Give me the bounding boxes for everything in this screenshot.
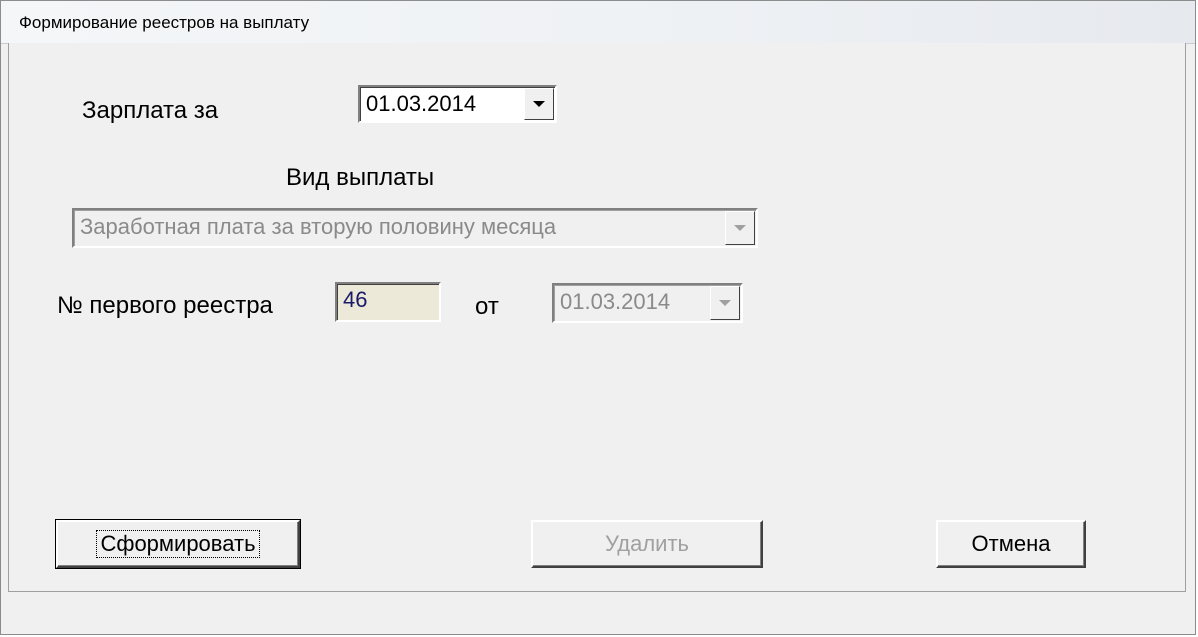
payment-type-value: Заработная плата за вторую половину меся… bbox=[80, 214, 557, 239]
dialog-body: Зарплата за 01.03.2014 Вид выплаты Зараб… bbox=[8, 43, 1186, 625]
salary-for-date-value: 01.03.2014 bbox=[366, 91, 477, 116]
salary-for-label: Зарплата за bbox=[82, 97, 219, 124]
chevron-down-icon bbox=[734, 225, 746, 231]
register-date-dropdown-button[interactable] bbox=[710, 286, 740, 320]
register-date-combo[interactable]: 01.03.2014 bbox=[552, 283, 743, 323]
delete-button-label: Удалить bbox=[605, 531, 689, 556]
cancel-button-label: Отмена bbox=[971, 531, 1051, 556]
chevron-down-icon bbox=[719, 300, 731, 306]
form-button[interactable]: Сформировать bbox=[55, 519, 301, 569]
first-register-label: № первого реестра bbox=[57, 292, 273, 319]
first-register-number-field[interactable]: 46 bbox=[335, 282, 441, 322]
payment-type-label: Вид выплаты bbox=[286, 164, 435, 191]
title-bar[interactable]: Формирование реестров на выплату bbox=[1, 1, 1195, 44]
window-title: Формирование реестров на выплату bbox=[19, 13, 310, 32]
register-date-value: 01.03.2014 bbox=[560, 289, 671, 314]
status-bar bbox=[8, 591, 1186, 625]
first-register-number-value: 46 bbox=[343, 287, 368, 312]
delete-button[interactable]: Удалить bbox=[531, 520, 763, 568]
salary-for-dropdown-button[interactable] bbox=[524, 88, 554, 120]
chevron-down-icon bbox=[533, 101, 545, 107]
form-button-label: Сформировать bbox=[96, 530, 260, 558]
dialog-window: Формирование реестров на выплату Зарплат… bbox=[0, 0, 1196, 635]
cancel-button[interactable]: Отмена bbox=[936, 520, 1086, 568]
payment-type-dropdown-button[interactable] bbox=[725, 211, 755, 245]
from-label: от bbox=[475, 293, 499, 320]
payment-type-combo[interactable]: Заработная плата за вторую половину меся… bbox=[72, 208, 758, 248]
salary-for-date-combo[interactable]: 01.03.2014 bbox=[358, 85, 557, 123]
